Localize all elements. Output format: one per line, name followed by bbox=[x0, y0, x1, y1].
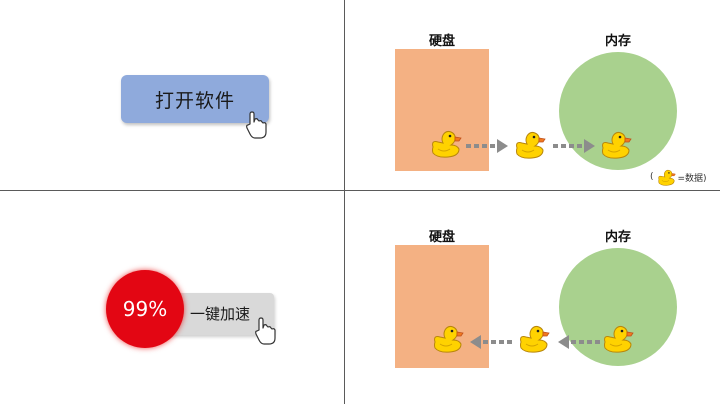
duck-icon bbox=[512, 128, 546, 160]
disk-label-top: 硬盘 bbox=[428, 34, 455, 49]
legend-text: =数据) bbox=[677, 173, 707, 184]
duck-icon bbox=[430, 322, 464, 354]
arrow-left-icon bbox=[558, 335, 600, 349]
cursor-hand-icon bbox=[244, 110, 270, 140]
percent-value: 99% bbox=[122, 297, 168, 321]
speed-up-label: 一键加速 bbox=[190, 305, 251, 323]
arrow-right-icon bbox=[553, 139, 595, 153]
duck-icon bbox=[516, 322, 550, 354]
arrow-left-icon bbox=[470, 335, 512, 349]
horizontal-divider bbox=[0, 190, 720, 191]
duck-icon bbox=[428, 127, 462, 159]
duck-icon bbox=[598, 128, 632, 160]
vertical-divider bbox=[344, 0, 345, 404]
open-software-label: 打开软件 bbox=[154, 89, 235, 112]
legend-open-paren: ( bbox=[650, 172, 654, 182]
duck-icon bbox=[600, 322, 634, 354]
memory-label-bottom: 内存 bbox=[604, 230, 631, 245]
legend: ( =数据) bbox=[650, 166, 707, 188]
duck-icon bbox=[656, 167, 676, 187]
cursor-hand-icon bbox=[253, 316, 279, 346]
percent-circle: 99% bbox=[106, 270, 184, 348]
arrow-right-icon bbox=[466, 139, 508, 153]
disk-label-bottom: 硬盘 bbox=[428, 230, 455, 245]
memory-label-top: 内存 bbox=[604, 34, 631, 49]
